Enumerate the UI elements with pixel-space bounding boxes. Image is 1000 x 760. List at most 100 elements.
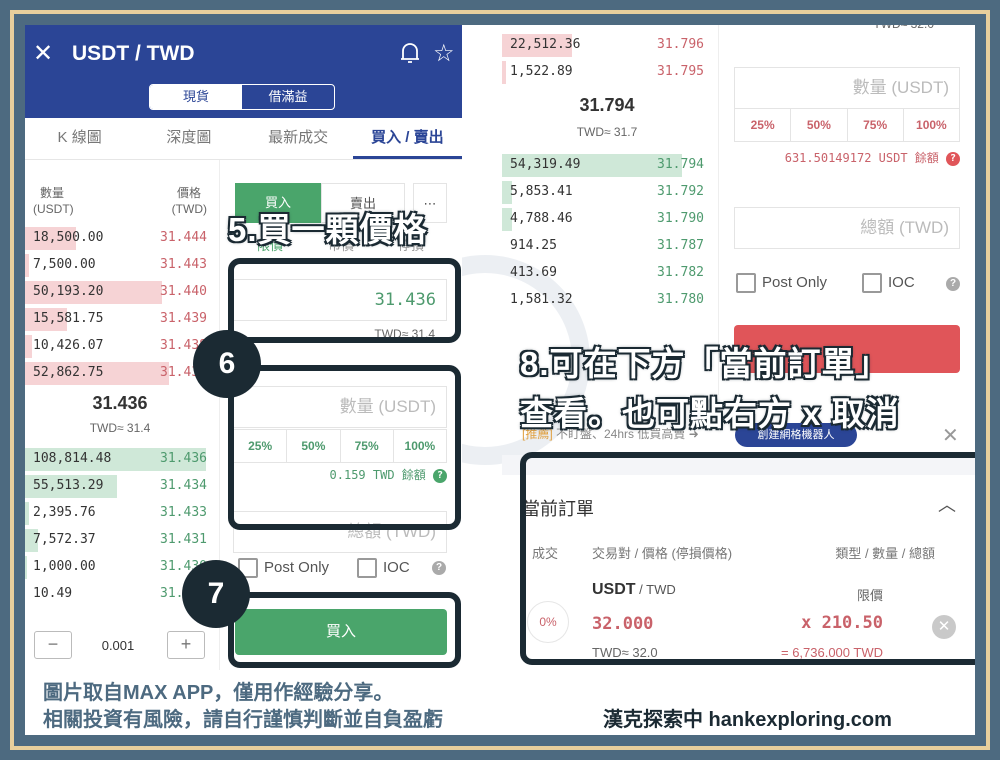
segment-spot[interactable]: 現貨: [150, 85, 242, 109]
last-price-twd: TWD≈ 31.4: [89, 421, 151, 435]
row-qty: 1,581.32: [510, 292, 573, 307]
row-qty: 7,572.37: [33, 532, 96, 547]
row-price: 31.796: [657, 37, 704, 52]
row-qty: 914.25: [510, 238, 557, 253]
help-icon[interactable]: ?: [946, 151, 960, 166]
row-price: 31.443: [160, 257, 207, 272]
last-price: 31.794: [579, 95, 635, 115]
qty-header-unit: (USDT): [33, 202, 74, 216]
row-price: 31.434: [160, 478, 207, 493]
row-price: 31.792: [657, 184, 704, 199]
row-qty: 7,500.00: [33, 257, 96, 272]
tab-depth[interactable]: 深度圖: [134, 118, 243, 159]
ask-row[interactable]: 22,512.36 31.796: [502, 32, 712, 59]
screenshot-canvas: ✕ USDT / TWD ☆ 現貨 借滿益 K 線圖 深度圖 最新成交 買入 /…: [25, 25, 975, 735]
ask-row[interactable]: 50,193.20 31.440: [25, 279, 215, 306]
checkbox-icon: [357, 558, 377, 578]
ioc-label: IOC: [383, 558, 410, 576]
close-icon[interactable]: ✕: [942, 423, 959, 448]
app-header: ✕ USDT / TWD ☆ 現貨 借滿益: [25, 25, 462, 118]
market-segment: 現貨 借滿益: [149, 84, 335, 110]
pair-title: USDT / TWD: [72, 42, 195, 65]
disclaimer-line1: 圖片取自MAX APP，僅用作經驗分享。: [43, 682, 394, 704]
bid-row[interactable]: 108,814.48 31.436: [25, 446, 215, 473]
help-icon[interactable]: ?: [946, 277, 960, 291]
row-price: 31.440: [160, 284, 207, 299]
footer: 圖片取自MAX APP，僅用作經驗分享。 相關投資有風險，請自行謹慎判斷並自負盈…: [25, 670, 975, 735]
help-icon[interactable]: ?: [432, 561, 446, 575]
segment-margin[interactable]: 借滿益: [242, 85, 334, 109]
post-only-checkbox[interactable]: Post Only: [736, 273, 827, 293]
row-qty: 52,862.75: [33, 365, 104, 380]
bell-icon[interactable]: [399, 41, 421, 65]
tab-buy-sell[interactable]: 買入 / 賣出: [352, 118, 462, 159]
step-6-badge: 6: [193, 330, 261, 398]
bid-row[interactable]: 54,319.49 31.794: [502, 152, 712, 179]
bid-row[interactable]: 1,581.32 31.780: [502, 287, 712, 314]
ioc-checkbox[interactable]: IOC: [862, 273, 915, 293]
bid-row[interactable]: 413.69 31.782: [502, 260, 712, 287]
step-8-caption-line1: 8.可在下方「當前訂單」: [519, 344, 890, 383]
post-only-checkbox[interactable]: Post Only: [238, 558, 329, 578]
bid-row[interactable]: 2,395.76 31.433: [25, 500, 215, 527]
step-plus-button[interactable]: +: [167, 631, 205, 659]
row-qty: 5,853.41: [510, 184, 573, 199]
highlight-orders: [520, 452, 975, 665]
step-7-badge: 7: [182, 560, 250, 628]
ask-row[interactable]: 10,426.07 31.438: [25, 333, 215, 360]
row-qty: 54,319.49: [510, 157, 581, 172]
depth-bar: [25, 556, 27, 579]
checkbox-icon: [736, 273, 756, 293]
highlight-price: [228, 258, 461, 343]
pct-50-button[interactable]: 50%: [791, 109, 848, 141]
star-icon[interactable]: ☆: [433, 39, 455, 68]
row-qty: 15,581.75: [33, 311, 104, 326]
balance-text: 631.50149172 USDT 餘額: [784, 151, 939, 165]
ask-row[interactable]: 15,581.75 31.439: [25, 306, 215, 333]
row-price: 31.439: [160, 311, 207, 326]
ask-row[interactable]: 7,500.00 31.443: [25, 252, 215, 279]
bid-row[interactable]: 5,853.41 31.792: [502, 179, 712, 206]
row-price: 31.794: [657, 157, 704, 172]
total-input[interactable]: 總額 (TWD): [734, 207, 960, 249]
row-price: 31.787: [657, 238, 704, 253]
row-price: 31.433: [160, 505, 207, 520]
bid-row[interactable]: 55,513.29 31.434: [25, 473, 215, 500]
ioc-checkbox[interactable]: IOC: [357, 558, 410, 578]
balance-row: 631.50149172 USDT 餘額 ?: [785, 149, 960, 166]
row-price: 31.436: [160, 451, 207, 466]
ioc-label: IOC: [888, 273, 915, 291]
post-only-label: Post Only: [762, 273, 828, 291]
row-price: 31.782: [657, 265, 704, 280]
row-price: 31.795: [657, 64, 704, 79]
last-price-twd: TWD≈ 31.7: [576, 125, 638, 139]
step-minus-button[interactable]: −: [34, 631, 72, 659]
tab-kline[interactable]: K 線圖: [25, 118, 134, 159]
ask-row[interactable]: 52,862.75 31.437: [25, 360, 215, 387]
post-only-label: Post Only: [264, 558, 330, 576]
highlight-qty: [228, 365, 461, 530]
pct-75-button[interactable]: 75%: [848, 109, 904, 141]
depth-bar: [25, 335, 33, 358]
pct-100-button[interactable]: 100%: [904, 109, 959, 141]
ask-row[interactable]: 18,500.00 31.444: [25, 225, 215, 252]
row-price: 31.444: [160, 230, 207, 245]
tab-trades[interactable]: 最新成交: [244, 118, 353, 159]
row-qty: 10.49: [33, 586, 73, 601]
checkbox-icon: [862, 273, 882, 293]
percent-buttons: 25% 50% 75% 100%: [734, 108, 960, 142]
row-price: 31.790: [657, 211, 704, 226]
price-header-unit: (TWD): [171, 202, 207, 216]
bid-row[interactable]: 7,572.37 31.431: [25, 527, 215, 554]
row-qty: 22,512.36: [510, 37, 581, 52]
step-5-caption: 5.買一顆價格: [227, 210, 428, 249]
close-icon[interactable]: ✕: [33, 39, 53, 68]
row-qty: 4,788.46: [510, 211, 573, 226]
bid-row[interactable]: 914.25 31.787: [502, 233, 712, 260]
pct-25-button[interactable]: 25%: [735, 109, 792, 141]
ask-row[interactable]: 1,522.89 31.795: [502, 59, 712, 86]
bid-row[interactable]: 4,788.46 31.790: [502, 206, 712, 233]
row-price: 31.780: [657, 292, 704, 307]
qty-input[interactable]: 數量 (USDT): [734, 67, 960, 109]
row-qty: 50,193.20: [33, 284, 104, 299]
